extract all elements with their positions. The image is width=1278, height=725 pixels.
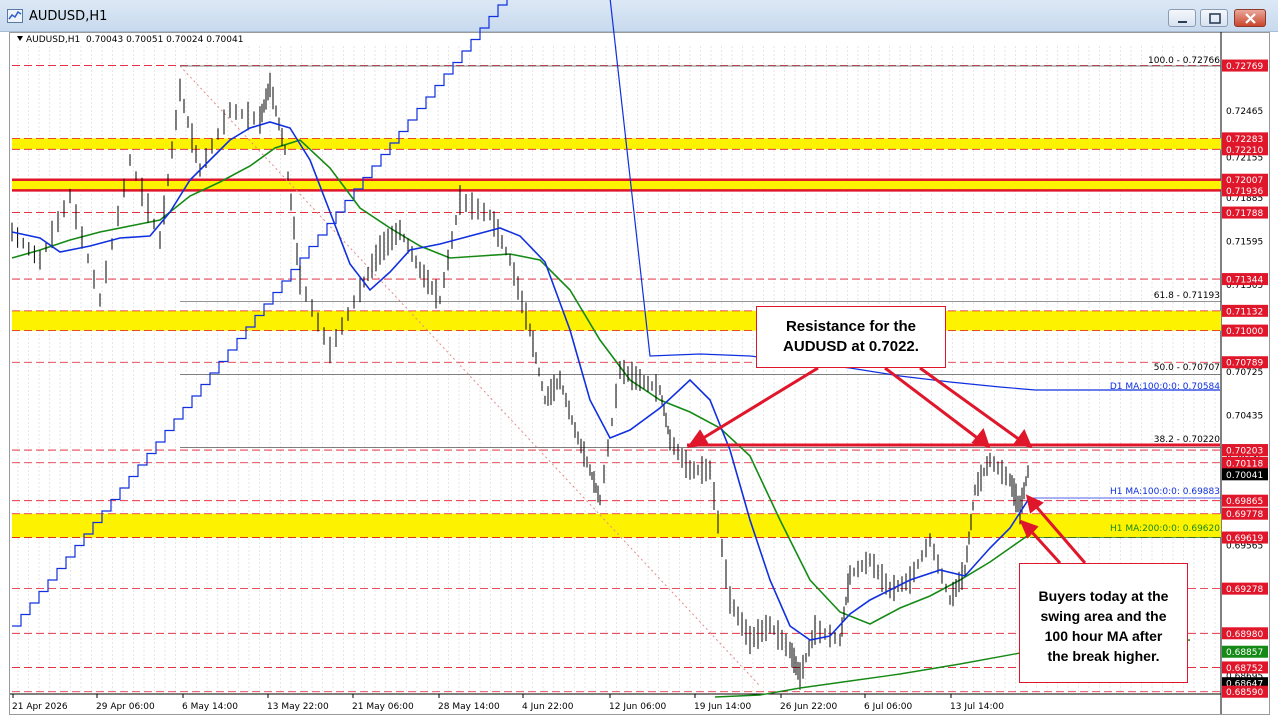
price-tag-label: 0.69778 bbox=[1226, 510, 1263, 520]
fib-100-label: 100.0 - 0.72766 bbox=[1148, 56, 1220, 66]
price-tag-label: 0.68752 bbox=[1226, 664, 1263, 674]
price-tick-label: 0.70725 bbox=[1226, 368, 1263, 378]
buyers-callout-line-1: Buyers today at the bbox=[1038, 588, 1169, 604]
price-tag-label: 0.72769 bbox=[1226, 62, 1263, 72]
price-tag-label: 0.69865 bbox=[1226, 497, 1263, 507]
buyers-callout: Buyers today at the swing area and the 1… bbox=[1019, 563, 1188, 683]
yellow-zone bbox=[12, 310, 1221, 331]
fib-50-label: 50.0 - 0.70707 bbox=[1154, 363, 1220, 373]
d1-ma100-label: D1 MA:100:0:0: 0.70584 bbox=[1110, 382, 1220, 392]
price-tag-label: 0.69278 bbox=[1226, 585, 1263, 595]
price-tag-label: 0.71000 bbox=[1226, 327, 1263, 337]
time-axis-label: 13 May 22:00 bbox=[267, 702, 329, 712]
buyers-callout-line-2: swing area and the bbox=[1040, 608, 1167, 624]
time-axis-label: 13 Jul 14:00 bbox=[950, 702, 1004, 712]
resistance-callout: Resistance for the AUDUSD at 0.7022. bbox=[756, 306, 946, 368]
price-tick-label: 0.72465 bbox=[1226, 107, 1263, 117]
h1-ma100-label: H1 MA:100:0:0: 0.69883 bbox=[1110, 487, 1220, 497]
time-axis-labels: 21 Apr 2026 29 Apr 06:00 6 May 14:00 13 May… bbox=[12, 694, 1004, 712]
price-tag-label: 0.70041 bbox=[1226, 471, 1263, 481]
price-tag-label: 0.70789 bbox=[1226, 359, 1263, 369]
price-tag-label: 0.70118 bbox=[1226, 459, 1263, 469]
price-tag-label: 0.71132 bbox=[1226, 307, 1263, 317]
price-tick-label: 0.70435 bbox=[1226, 411, 1263, 421]
price-tag-label: 0.71344 bbox=[1226, 276, 1263, 286]
time-axis-label: 4 Jun 22:00 bbox=[522, 702, 574, 712]
yellow-zone bbox=[12, 138, 1221, 150]
price-tag-label: 0.70203 bbox=[1226, 447, 1263, 457]
price-tag-label: 0.72210 bbox=[1226, 146, 1263, 156]
time-axis-label: 26 Jun 22:00 bbox=[780, 702, 837, 712]
time-axis-label: 19 Jun 14:00 bbox=[694, 702, 751, 712]
time-axis-label: 21 May 06:00 bbox=[352, 702, 414, 712]
buyers-callout-line-3: 100 hour MA after bbox=[1044, 628, 1163, 644]
time-axis-label: 28 May 14:00 bbox=[438, 702, 500, 712]
yellow-zone bbox=[12, 513, 1221, 538]
price-tag-label: 0.68857 bbox=[1226, 648, 1263, 658]
price-tag-label: 0.69619 bbox=[1226, 534, 1263, 544]
buyers-callout-line-4: the break higher. bbox=[1047, 648, 1160, 664]
yellow-zone bbox=[12, 179, 1221, 191]
resistance-callout-line-1: Resistance for the bbox=[785, 318, 917, 335]
price-axis-tags: 0.727690.722830.722100.720070.719360.717… bbox=[1222, 59, 1268, 698]
price-tag-label: 0.68980 bbox=[1226, 630, 1263, 640]
fib-61-8-label: 61.8 - 0.71193 bbox=[1154, 291, 1220, 301]
h1-ma200-label: H1 MA:200:0:0: 0.69620 bbox=[1110, 524, 1220, 534]
time-axis-label: 21 Apr 2026 bbox=[12, 702, 68, 712]
time-axis-label: 12 Jun 06:00 bbox=[609, 702, 666, 712]
time-axis-label: 6 May 14:00 bbox=[182, 702, 238, 712]
time-axis-label: 6 Jul 06:00 bbox=[864, 702, 913, 712]
price-tag-label: 0.68590 bbox=[1226, 688, 1263, 698]
time-axis-label: 29 Apr 06:00 bbox=[96, 702, 155, 712]
resistance-callout-line-2: AUDUSD at 0.7022. bbox=[783, 338, 919, 355]
fib-trend-line bbox=[179, 65, 761, 687]
price-tag-label: 0.71936 bbox=[1226, 187, 1263, 197]
price-tag-label: 0.71788 bbox=[1226, 209, 1263, 219]
price-tick-label: 0.71595 bbox=[1226, 237, 1263, 247]
